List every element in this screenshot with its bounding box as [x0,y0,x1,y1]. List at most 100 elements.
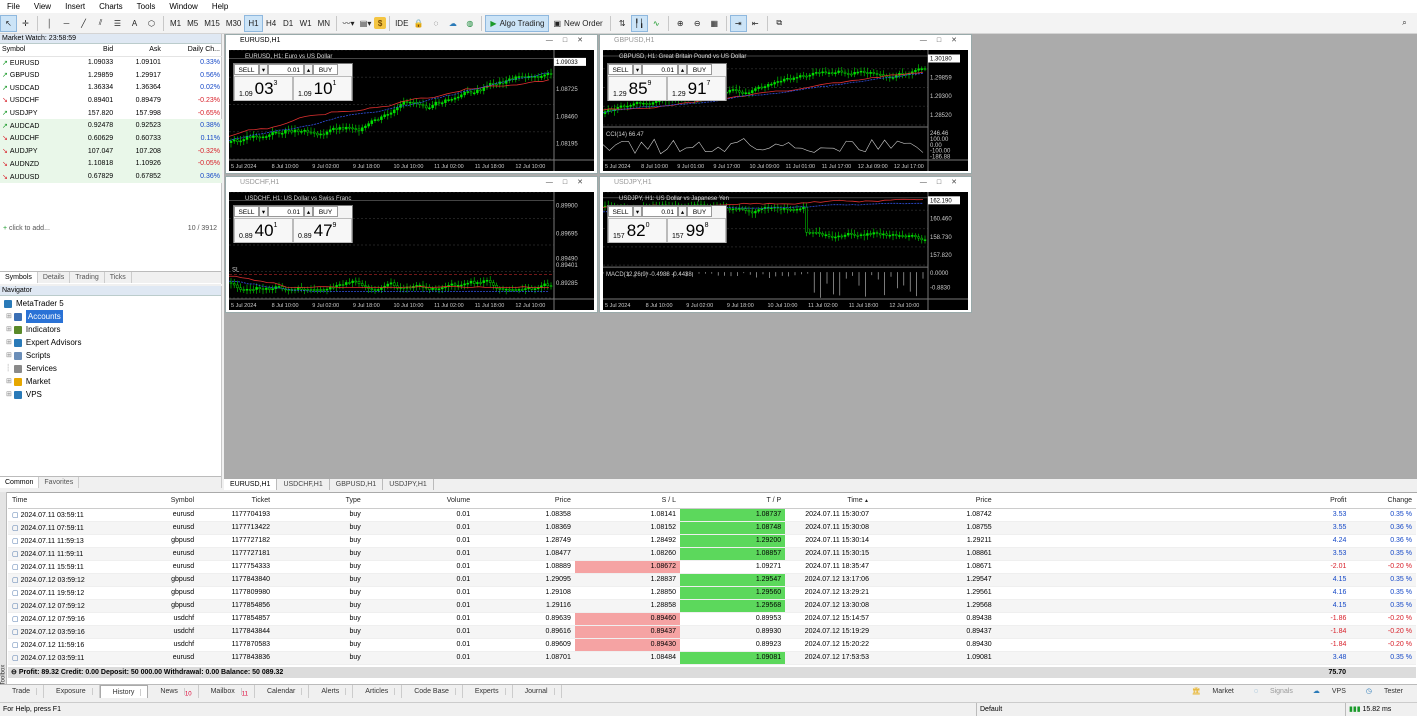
buy-price[interactable]: 157 99 8 [667,218,726,243]
chart-shift-icon[interactable]: ⇤ [747,15,764,32]
window-controls[interactable]: —□✕ [920,35,971,47]
channel-icon[interactable]: ⫽ [92,15,109,32]
market-watch-row[interactable]: ↗ USDJPY 157.820 157.998 -0.65% [0,107,222,120]
new-order-button[interactable]: ▣ New Order [549,15,606,32]
mw-header-1[interactable]: Bid [67,44,116,57]
tab-favorites[interactable]: Favorites [39,477,80,488]
sort-asc-icon[interactable]: ▲ [863,498,869,504]
sell-price[interactable]: 157 82 0 [608,218,667,243]
cursor-icon[interactable]: ↖ [0,14,17,32]
expand-icon[interactable]: ⊞ [6,336,12,349]
tab-exposure[interactable]: Exposure [44,685,100,698]
menu-view[interactable]: View [27,2,58,11]
tab-trade[interactable]: Trade [0,685,45,698]
history-header-8[interactable]: Time ▲ [785,493,873,509]
chart-canvas[interactable]: 0.89900 0.89695 0.89490 0.89401 0.89285 SL 5 J… [228,191,594,310]
buy-price[interactable]: 1.09 10 1 [293,76,352,101]
fibonacci-icon[interactable]: ☰ [109,15,126,32]
history-row[interactable]: ▢ 2024.07.12 03:59:12 gbpusd 1177843840 buy… [8,573,1416,587]
tab-trading[interactable]: Trading [70,272,105,283]
market-watch-row[interactable]: ↗ USDCAD 1.36334 1.36364 0.02% [0,81,222,94]
timeframe-m1[interactable]: M1 [167,15,184,32]
history-row[interactable]: ▢ 2024.07.12 07:59:16 usdchf 1177854857 buy… [8,612,1416,626]
tab-ticks[interactable]: Ticks [105,272,132,283]
history-row[interactable]: ▢ 2024.07.12 03:59:16 usdchf 1177843844 buy… [8,625,1416,639]
trendline-icon[interactable]: ╱ [75,15,92,32]
chart-titlebar[interactable]: EURUSD,H1 —□✕ [226,35,597,47]
chart-tab-gbpusd[interactable]: GBPUSD,H1 [330,479,384,490]
lot-down-icon[interactable]: ▾ [633,64,642,75]
navigator-item-vps[interactable]: ⊞ VPS [0,388,221,401]
navigator-item-expert-advisors[interactable]: ⊞ Expert Advisors [0,336,221,349]
lock-icon[interactable]: 🔒 [410,15,427,32]
menu-window[interactable]: Window [162,2,204,11]
tab-common[interactable]: Common [0,477,40,488]
lot-up-icon[interactable]: ▴ [304,64,313,75]
globe-icon[interactable]: ◍ [461,15,478,32]
chart-window-eurusd[interactable]: EURUSD,H1 —□✕ 1.09033 1.08725 1.08460 1.08195… [225,34,598,174]
market-watch-row[interactable]: ↘ AUDNZD 1.10818 1.10926 -0.05% [0,157,222,171]
history-header-0[interactable]: Time [8,493,89,509]
navigator-item-accounts[interactable]: ⊞ Accounts [0,310,221,323]
expand-icon[interactable]: ⊞ [6,310,12,323]
lot-size-input[interactable]: 0.01 [642,64,678,75]
lot-down-icon[interactable]: ▾ [633,206,642,217]
history-row[interactable]: ▢ 2024.07.11 19:59:12 gbpusd 1177809980 buy… [8,586,1416,600]
link-market[interactable]: 🏛 Market [1182,685,1244,698]
tab-code-base[interactable]: Code Base [402,685,463,698]
sell-button[interactable]: SELL [608,206,633,217]
candles-icon[interactable]: ╿╽ [630,14,648,32]
market-watch-row[interactable]: ↘ AUDJPY 107.047 107.208 -0.32% [0,144,222,158]
mw-header-3[interactable]: Daily Ch... [162,44,222,57]
timeframe-h1[interactable]: H1 [244,14,263,32]
history-row[interactable]: ▢ 2024.07.11 03:59:11 eurusd 1177704193 buy… [8,508,1416,522]
tab-calendar[interactable]: Calendar [255,685,310,698]
history-row[interactable]: ▢ 2024.07.12 03:59:11 eurusd 1177843836 buy… [8,651,1416,665]
window-controls[interactable]: —□✕ [546,35,597,47]
horizontal-line-icon[interactable]: ─ [58,15,75,32]
chart-tab-usdjpy[interactable]: USDJPY,H1 [383,479,434,490]
timeframe-mn[interactable]: MN [315,15,333,32]
toolbox-side-bar[interactable]: Toolbox [0,492,7,697]
zoom-in-icon[interactable]: ⊕ [672,15,689,32]
menu-help[interactable]: Help [205,2,235,11]
tab-alerts[interactable]: Alerts [309,685,354,698]
sell-button[interactable]: SELL [234,206,259,217]
navigator-item-market[interactable]: ⊞ Market [0,375,221,388]
chart-canvas[interactable]: 162.190 160.460 158.730 157.820 MACD(12,26,9… [602,191,968,310]
text-icon[interactable]: A [126,15,143,32]
history-header-4[interactable]: Volume [364,493,475,509]
navigator-item-indicators[interactable]: ⊞ Indicators [0,323,221,336]
menu-file[interactable]: File [0,2,27,11]
chart-titlebar[interactable]: USDCHF,H1 —□✕ [226,177,597,189]
sell-button[interactable]: SELL [234,64,259,75]
chart-type-icon[interactable]: 〰▾ [340,15,357,32]
history-header-10[interactable]: Profit [995,493,1351,509]
chart-titlebar[interactable]: USDJPY,H1 —□✕ [600,177,971,189]
navigator-item-services[interactable]: ┆ Services [0,362,221,375]
history-header-2[interactable]: Ticket [198,493,275,509]
cloud-icon[interactable]: ☁ [444,15,461,32]
expand-icon[interactable]: ⊞ [6,323,12,336]
history-header-9[interactable]: Price [872,493,996,509]
buy-price[interactable]: 0.89 47 9 [293,218,352,243]
history-header-3[interactable]: Type [274,493,365,509]
algo-trading-button[interactable]: ▶ Algo Trading [485,14,550,32]
history-row[interactable]: ▢ 2024.07.11 11:59:11 eurusd 1177727181 buy… [8,547,1416,561]
ide-button[interactable]: IDE [393,15,410,32]
add-symbol-row[interactable]: + click to add... 10 / 3912 [0,225,220,237]
sell-price[interactable]: 1.09 03 3 [234,76,293,101]
lot-down-icon[interactable]: ▾ [259,64,268,75]
timeframe-m30[interactable]: M30 [223,15,245,32]
tab-details[interactable]: Details [38,272,71,283]
history-row[interactable]: ▢ 2024.07.12 11:59:16 usdchf 1177870583 buy… [8,638,1416,652]
market-watch-row[interactable]: ↘ AUDCHF 0.60629 0.60733 0.11% [0,132,222,145]
crosshair-icon[interactable]: ✛ [17,15,34,32]
buy-button[interactable]: BUY [687,64,712,75]
navigator-item-metatrader-5[interactable]: MetaTrader 5 [0,297,221,310]
vertical-line-icon[interactable]: │ [41,15,58,32]
menu-insert[interactable]: Insert [58,2,92,11]
market-watch-row[interactable]: ↘ USDCHF 0.89401 0.89479 -0.23% [0,94,222,107]
expand-icon[interactable]: ⊞ [6,349,12,362]
market-watch-row[interactable]: ↗ EURUSD 1.09033 1.09101 0.33% [0,56,222,69]
